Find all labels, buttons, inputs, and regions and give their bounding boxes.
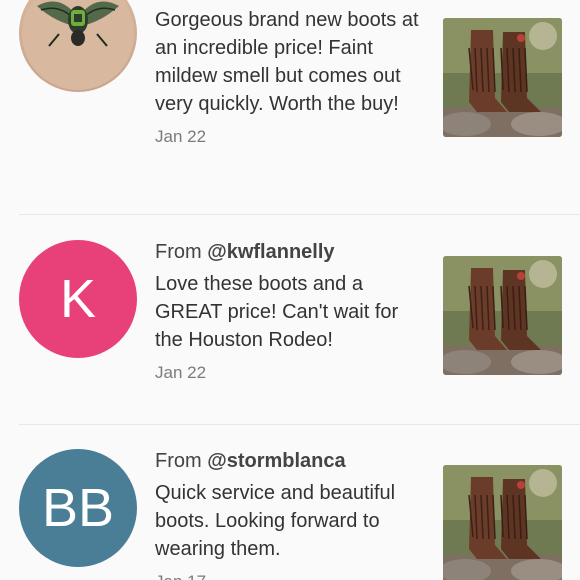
fringe-cowboy-boots-icon	[443, 465, 562, 580]
username-link[interactable]: @kwflannelly	[207, 241, 334, 263]
review-date: Jan 17	[155, 571, 425, 580]
divider	[19, 424, 580, 425]
username-link[interactable]: @stormblanca	[207, 450, 345, 472]
avatar[interactable]: K	[19, 240, 137, 358]
avatar[interactable]: BB	[19, 449, 137, 567]
review-date: Jan 22	[155, 363, 207, 382]
review-comment: Gorgeous brand new boots at an incredibl…	[155, 9, 419, 115]
avatar[interactable]	[19, 0, 137, 92]
avatar-initials: BB	[41, 478, 115, 538]
product-thumbnail[interactable]	[443, 256, 562, 375]
review-content: From @kwflannelly Love these boots and a…	[155, 238, 425, 384]
review-comment: Love these boots and a GREAT price! Can'…	[155, 273, 399, 351]
review-content: Gorgeous brand new boots at an incredibl…	[155, 6, 425, 148]
fringe-cowboy-boots-icon	[443, 256, 562, 375]
fringe-cowboy-boots-icon	[443, 18, 562, 137]
avatar-initials: K	[59, 269, 97, 329]
from-label: From	[155, 241, 208, 263]
review-comment: Quick service and beautiful boots. Looki…	[155, 482, 396, 560]
review-date: Jan 22	[155, 127, 207, 146]
review-author[interactable]: From @kwflannelly	[155, 238, 425, 266]
review-content: From @stormblanca Quick service and beau…	[155, 447, 425, 580]
review-author[interactable]: From @stormblanca	[155, 447, 425, 475]
divider	[19, 214, 580, 215]
cicada-tattoo-icon	[22, 0, 134, 90]
from-label: From	[155, 450, 208, 472]
product-thumbnail[interactable]	[443, 18, 562, 137]
review-feed: Gorgeous brand new boots at an incredibl…	[0, 0, 580, 580]
product-thumbnail[interactable]	[443, 465, 562, 580]
